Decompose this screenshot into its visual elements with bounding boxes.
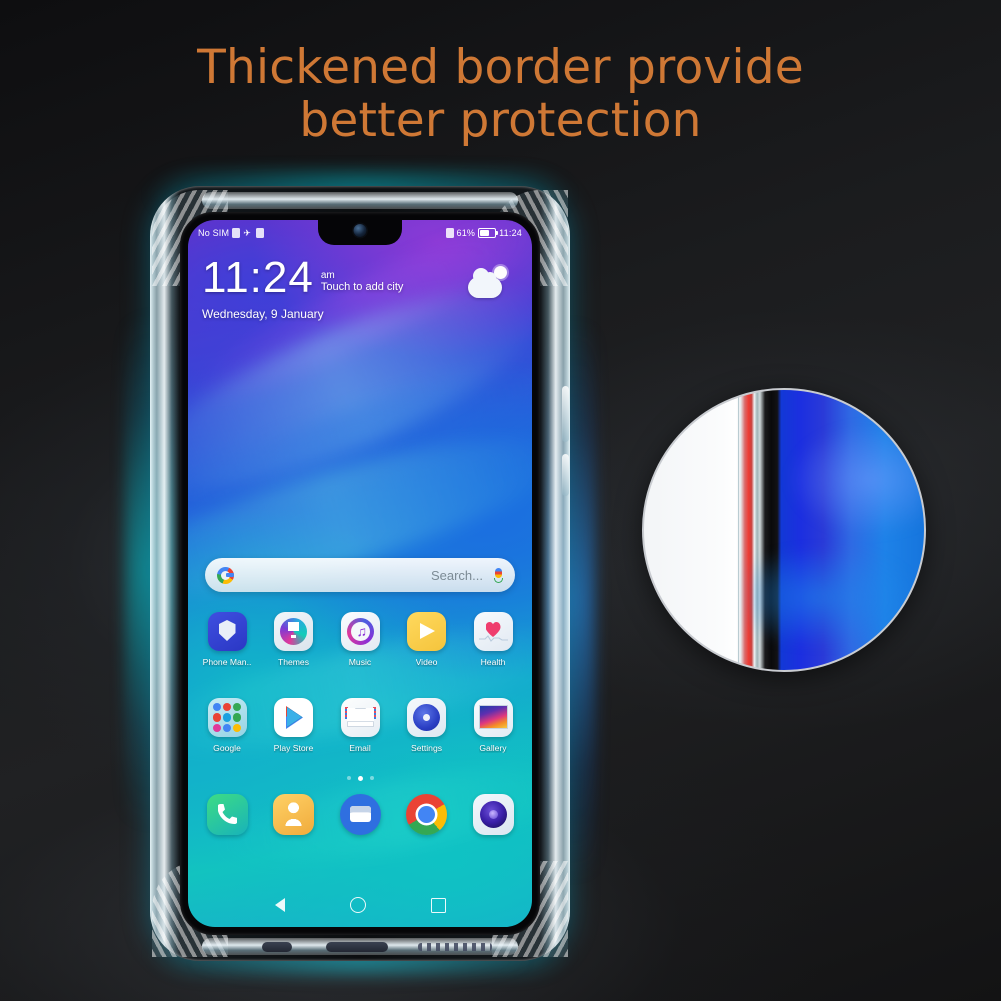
back-triangle-icon[interactable] (274, 898, 285, 912)
video-icon (407, 612, 446, 651)
app-icon-video[interactable]: Video (396, 612, 458, 667)
app-label: Google (213, 743, 241, 753)
alarm-icon (445, 228, 454, 238)
app-label: Phone Man.. (202, 657, 252, 667)
clock-date: Wednesday, 9 January (202, 307, 324, 322)
app-icon-health[interactable]: Health (462, 612, 524, 667)
messages-icon (339, 794, 381, 835)
folder-mini-icon (233, 723, 242, 732)
folder-mini-icon (233, 713, 242, 722)
microphone-icon[interactable] (494, 567, 503, 583)
dock-item-phone[interactable] (196, 794, 258, 835)
dock (196, 794, 524, 835)
add-city-hint[interactable]: Touch to add city (321, 281, 404, 295)
phone-screen: No SIM ✈ 61% 11:24 11:24 am Touch to add… (188, 220, 532, 927)
app-row-1: Phone Man.. Themes ♫ Music Video Health (196, 612, 524, 667)
volume-button-cutout[interactable] (562, 386, 569, 442)
headphone-jack-cutout (262, 942, 292, 952)
lock-clock-widget[interactable]: 11:24 am Touch to add city Wednesday, 9 … (202, 253, 404, 322)
chrome-icon (406, 794, 447, 835)
page-indicator (188, 776, 532, 781)
google-g-icon (217, 566, 234, 584)
app-icon-music[interactable]: ♫ Music (329, 612, 391, 667)
home-circle-icon[interactable] (349, 897, 366, 913)
settings-icon (407, 698, 446, 737)
app-icon-email[interactable]: Email (329, 698, 391, 753)
clock-time: 11:24 (202, 253, 314, 302)
app-label: Themes (277, 657, 310, 667)
folder-mini-icon (222, 723, 232, 732)
app-label: Email (349, 743, 371, 753)
themes-icon (274, 612, 313, 651)
recents-square-icon[interactable] (430, 897, 446, 913)
email-icon (340, 698, 380, 737)
partly-cloudy-icon (466, 264, 510, 300)
folder-mini-icon (212, 713, 221, 722)
magnifier-screen-highlight (750, 390, 924, 670)
app-row-2: Google Play Store Email Settings Gallery (196, 698, 524, 753)
product-marketing-banner: Thickened border provide better protecti… (0, 0, 1001, 1001)
dock-item-contacts[interactable] (263, 794, 325, 835)
battery-percent-label: 61% (456, 228, 476, 238)
case-rail-top (202, 192, 518, 209)
app-label: Play Store (273, 743, 314, 753)
dock-item-chrome[interactable] (396, 794, 458, 835)
camera-icon (472, 794, 514, 835)
page-dot[interactable] (369, 776, 374, 780)
headline-line-2: better protection (299, 93, 702, 148)
app-folder-google[interactable]: Google (196, 698, 258, 753)
phone-dialer-icon (206, 794, 248, 835)
waterdrop-notch (318, 220, 402, 245)
ecg-line-icon (478, 635, 508, 642)
airplane-icon: ✈ (243, 227, 251, 238)
battery-icon (478, 228, 499, 238)
dock-item-camera[interactable] (462, 794, 524, 835)
front-camera-icon (353, 224, 367, 237)
app-icon-settings[interactable]: Settings (396, 698, 458, 753)
page-dot[interactable] (346, 776, 351, 780)
play-store-icon (274, 698, 313, 737)
google-folder-icon (207, 698, 247, 737)
app-label: Music (348, 657, 372, 667)
power-button-cutout[interactable] (562, 454, 569, 496)
speaker-grille (418, 943, 492, 951)
app-label: Gallery (479, 743, 507, 753)
app-icon-play-store[interactable]: Play Store (263, 698, 325, 753)
search-placeholder: Search... (430, 567, 483, 583)
app-label: Health (480, 657, 506, 667)
sim-card-icon (232, 228, 241, 238)
folder-mini-icons (212, 703, 242, 732)
app-label: Settings (410, 743, 443, 753)
health-icon (473, 612, 513, 651)
phone-with-case: No SIM ✈ 61% 11:24 11:24 am Touch to add… (124, 170, 596, 975)
carrier-label: No SIM (198, 228, 230, 238)
gallery-icon (473, 698, 513, 737)
phone-manager-icon (207, 612, 247, 651)
contacts-icon (273, 794, 314, 835)
status-bar-time: 11:24 (499, 228, 522, 238)
app-icon-gallery[interactable]: Gallery (462, 698, 524, 753)
page-title: Thickened border provide better protecti… (0, 44, 1001, 144)
edge-cross-section-magnifier (642, 388, 926, 672)
app-label: Video (415, 657, 438, 667)
clock-ampm: am (320, 269, 335, 281)
music-icon: ♫ (340, 612, 380, 651)
app-icon-phone-manager[interactable]: Phone Man.. (196, 612, 258, 667)
cloud-icon (468, 268, 502, 298)
navigation-bar (188, 883, 532, 927)
usb-port-cutout (326, 942, 388, 952)
folder-mini-icon (212, 703, 221, 712)
folder-mini-icon (212, 723, 221, 732)
magnifier-case-edge-line (737, 390, 740, 670)
page-dot-active[interactable] (357, 776, 363, 781)
search-input[interactable]: Search... (205, 558, 515, 592)
folder-mini-icon (222, 703, 232, 712)
vibrate-icon (256, 228, 265, 238)
folder-mini-icon (222, 713, 232, 722)
dock-item-messages[interactable] (329, 794, 391, 835)
folder-mini-icon (233, 703, 242, 712)
headline-line-1: Thickened border provide (197, 40, 804, 95)
app-icon-themes[interactable]: Themes (263, 612, 325, 667)
